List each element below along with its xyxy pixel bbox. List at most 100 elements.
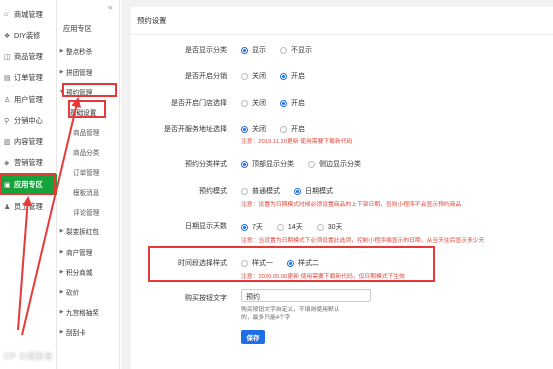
radio-icon (241, 187, 248, 195)
radio-label: 普通模式 (252, 188, 280, 195)
radio-off[interactable]: 关闭 (241, 71, 266, 81)
radio-group-show-category: 显示 不显示 (241, 45, 326, 55)
radio-label: 开启 (291, 100, 305, 107)
nav-item-staff[interactable]: ♟ 员工管理 (0, 196, 57, 217)
button-text-hint: 购买按钮文字自定义，不填则使用默认的，最多只能4个字 (241, 307, 340, 321)
field-label-service-address: 是否开服务地址选择 (164, 126, 227, 133)
radio-group-distribution: 关闭 开启 (241, 71, 319, 81)
staff-icon: ♟ (4, 203, 11, 211)
nav-item-orders[interactable]: ▤ 订单管理 (0, 67, 57, 88)
radio-show[interactable]: 显示 (241, 45, 266, 55)
radio-label: 30天 (327, 224, 343, 231)
note-booking-mode: 注意：设置为日期模式时候必须设置商品的上下架日期，否则小程序不会显示预约商品 (241, 202, 462, 208)
nav-item-distribution[interactable]: ⚲ 分销中心 (0, 110, 57, 131)
goods-icon: ◫ (4, 53, 11, 61)
subnav-group-points-mall[interactable]: ▶ 积分商城 (57, 263, 120, 280)
subnav-item-comments[interactable]: 评论管理 (57, 203, 120, 220)
radio-icon (241, 160, 248, 168)
button-text-input[interactable]: 预约 (241, 289, 371, 302)
caret-right-icon: ▶ (59, 328, 64, 335)
nav-item-goods[interactable]: ◫ 商品管理 (0, 46, 57, 67)
radio-icon (280, 46, 287, 54)
subnav-label: 模板消息 (73, 189, 100, 197)
nav-item-diy[interactable]: ❖ DIY装修 (0, 25, 57, 46)
user-icon: ♙ (4, 96, 11, 104)
subnav-item-template-msg[interactable]: 模板消息 (57, 183, 120, 200)
field-label-button-text: 购买按钮文字 (185, 295, 227, 302)
subnav-group-redpacket[interactable]: ▶ 裂变拆红包 (57, 222, 120, 239)
subnav-group-lottery[interactable]: ▶ 九宫格抽奖 (57, 303, 120, 320)
radio-icon (280, 72, 287, 80)
radio-label: 关闭 (252, 73, 266, 80)
panel-title: 预约设置 (137, 16, 167, 25)
field-label-date-days: 日期显示天数 (185, 223, 227, 230)
content-area: 预约设置 是否显示分类 显示 不显示 是否开启分销 关闭 开启 是否开启门店选择… (121, 0, 553, 369)
watermark: CP 大眼影音 (4, 352, 53, 361)
radio-icon (241, 99, 248, 107)
field-label-category-style: 预约分类样式 (185, 161, 227, 168)
radio-on[interactable]: 开启 (280, 71, 305, 81)
radio-off[interactable]: 关闭 (241, 124, 266, 134)
subnav-item-category[interactable]: 商品分类 (57, 143, 120, 160)
caret-right-icon: ▶ (59, 47, 64, 54)
subnav-label: 商户管理 (66, 249, 93, 257)
secondary-sidebar: « 应用专区 ▶ 整点秒杀 ▶ 拼团管理 ▼ 预约管理 基础设置 商品管理 商品分类 … (57, 0, 120, 369)
radio-icon (316, 223, 324, 231)
radio-label: 14天 (287, 224, 303, 231)
collapse-icon[interactable]: « (108, 2, 113, 12)
radio-off[interactable]: 关闭 (241, 98, 266, 108)
radio-normal-mode[interactable]: 普通模式 (241, 186, 280, 196)
radio-top-category[interactable]: 顶部显示分类 (241, 159, 294, 169)
field-label-show-category: 是否显示分类 (185, 47, 227, 54)
subnav-group-groupbuy[interactable]: ▶ 拼团管理 (57, 63, 120, 80)
nav-item-label: 分销中心 (14, 115, 43, 125)
caret-right-icon: ▶ (59, 308, 64, 315)
radio-on[interactable]: 开启 (280, 124, 305, 134)
subnav-item-orders[interactable]: 订单管理 (57, 163, 120, 180)
radio-group-service-address: 关闭 开启 (241, 124, 319, 134)
highlight-basic-settings (68, 100, 106, 118)
radio-icon (294, 187, 301, 195)
subnav-title: 应用专区 (63, 24, 92, 33)
radio-hide[interactable]: 不显示 (280, 45, 312, 55)
radio-label: 显示 (252, 47, 266, 54)
nav-item-label: 订单管理 (14, 72, 43, 82)
radio-label: 7天 (252, 224, 263, 231)
subnav-group-scratch[interactable]: ▶ 刮刮卡 (57, 323, 120, 340)
radio-icon (241, 46, 248, 54)
subnav-item-goods[interactable]: 商品管理 (57, 123, 120, 140)
nav-item-content[interactable]: ▥ 内容管理 (0, 131, 57, 152)
radio-icon (308, 160, 315, 168)
nav-item-label: 用户管理 (14, 94, 43, 104)
subnav-group-seckill[interactable]: ▶ 整点秒杀 (57, 42, 120, 59)
radio-icon (241, 223, 248, 231)
radio-14-days[interactable]: 14天 (276, 222, 303, 232)
radio-label: 顶部显示分类 (252, 161, 294, 168)
subnav-label: 商品管理 (73, 129, 100, 137)
radio-group-store-select: 关闭 开启 (241, 98, 319, 108)
radio-on[interactable]: 开启 (280, 98, 305, 108)
caret-right-icon: ▶ (59, 227, 64, 234)
highlight-time-slot-style (148, 246, 435, 282)
radio-label: 不显示 (291, 47, 312, 54)
radio-label: 侧边显示分类 (319, 161, 361, 168)
subnav-group-merchant[interactable]: ▶ 商户管理 (57, 243, 120, 260)
caret-right-icon: ▶ (59, 288, 64, 295)
radio-label: 关闭 (252, 126, 266, 133)
radio-icon (280, 125, 287, 133)
radio-icon (280, 99, 287, 107)
nav-item-users[interactable]: ♙ 用户管理 (0, 89, 57, 110)
nav-item-marketing[interactable]: ◈ 营销管理 (0, 152, 57, 173)
subnav-group-bargain[interactable]: ▶ 砍价 (57, 283, 120, 300)
radio-7-days[interactable]: 7天 (241, 222, 263, 232)
divider (131, 34, 553, 35)
nav-item-mall[interactable]: ⌂ 商城管理 (0, 4, 57, 25)
subnav-label: 刮刮卡 (66, 329, 86, 337)
radio-30-days[interactable]: 30天 (316, 222, 343, 232)
radio-date-mode[interactable]: 日期模式 (294, 186, 333, 196)
subnav-label: 评论管理 (73, 209, 100, 217)
subnav-label: 裂变拆红包 (66, 228, 99, 236)
radio-group-date-days: 7天 14天 30天 (241, 222, 357, 232)
radio-side-category[interactable]: 侧边显示分类 (308, 159, 361, 169)
save-button[interactable]: 保存 (241, 330, 265, 344)
